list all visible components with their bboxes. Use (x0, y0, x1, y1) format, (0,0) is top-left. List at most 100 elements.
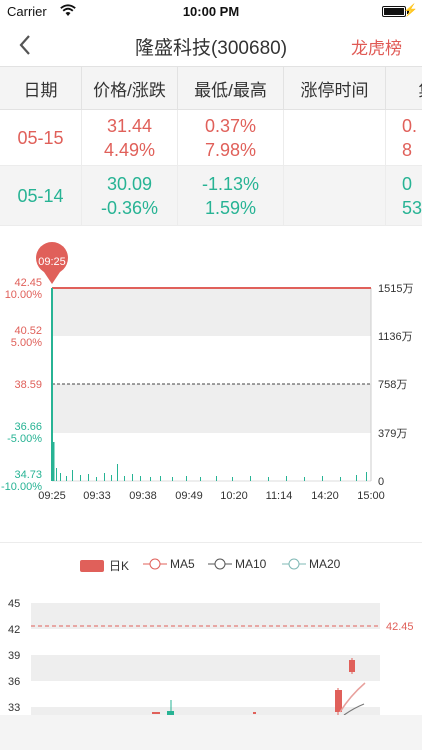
row-auction-top: 0 (402, 173, 413, 194)
volume-label: 758万 (378, 379, 407, 391)
time-label: 10:20 (220, 490, 248, 502)
grid-band (52, 384, 371, 433)
time-label: 09:38 (129, 490, 157, 502)
price-label: 42.45 (14, 277, 42, 289)
volume-label: 1515万 (378, 283, 413, 295)
row-low-high: -1.13% 1.59% (178, 166, 284, 225)
legend-ma10-label: MA10 (235, 557, 267, 571)
volume-bar (304, 477, 305, 481)
row-high: 1.59% (204, 197, 257, 218)
table-header: 日期 价格/涨跌 最低/最高 涨停时间 集合 (0, 66, 422, 110)
candle-body (335, 690, 342, 712)
legend-ma10[interactable]: MA10 (208, 557, 266, 571)
header-limit-time[interactable]: 涨停时间 (284, 67, 386, 109)
volume-bar (60, 473, 61, 481)
volume-bar (53, 442, 55, 481)
time-label: 15:00 (357, 490, 385, 502)
row-price-change: 31.44 4.49% (82, 110, 178, 165)
time-label: 09:49 (175, 490, 203, 502)
legend-k[interactable]: 日K (80, 557, 129, 574)
legend-ma10-marker-icon (208, 558, 232, 570)
volume-bar (150, 477, 151, 481)
volume-bar (117, 464, 118, 481)
row-low-high: 0.37% 7.98% (178, 110, 284, 165)
volume-bar (216, 476, 217, 481)
volume-bar (51, 288, 53, 481)
legend-ma5[interactable]: MA5 (143, 557, 195, 571)
volume-bar (286, 476, 287, 481)
dragon-tiger-list-link[interactable]: 龙虎榜 (351, 34, 402, 59)
header-date[interactable]: 日期 (0, 67, 82, 109)
daily-table: 日期 价格/涨跌 最低/最高 涨停时间 集合 05-15 31.44 4.49%… (0, 66, 422, 226)
volume-label: 379万 (378, 428, 407, 440)
price-label: 38.59 (14, 379, 42, 391)
grid-band (31, 707, 380, 715)
volume-bar (96, 477, 97, 481)
time-marker-label: 09:25 (38, 256, 66, 268)
table-row[interactable]: 05-14 30.09 -0.36% -1.13% 1.59% 0 53 (0, 166, 422, 226)
time-label: 09:33 (83, 490, 111, 502)
volume-bar (200, 477, 201, 481)
volume-bar (250, 476, 251, 481)
volume-bar (186, 476, 187, 481)
pct-label: -10.00% (1, 481, 42, 493)
kline-chart[interactable]: 45 42 39 36 33 42.45 (0, 590, 422, 715)
row-change: -0.36% (100, 197, 159, 218)
volume-bar (172, 477, 173, 481)
candle-body (349, 660, 355, 672)
price-label: 34.73 (14, 469, 42, 481)
time-marker-tail (40, 266, 64, 284)
header-auction[interactable]: 集合 (386, 67, 422, 109)
limit-price-label: 42.45 (386, 621, 414, 633)
nav-bar: 隆盛科技(300680) 龙虎榜 (0, 24, 422, 66)
row-auction-bottom: 8 (402, 139, 413, 160)
price-label: 36.66 (14, 421, 42, 433)
time-label: 11:14 (266, 490, 293, 502)
volume-bar (80, 475, 81, 481)
header-low-high[interactable]: 最低/最高 (178, 67, 284, 109)
intraday-chart[interactable]: 09:25 42.45 10.00% 40.52 5.00% 38.59 36.… (0, 236, 422, 506)
legend-ma20[interactable]: MA20 (282, 557, 340, 571)
volume-bar (232, 477, 233, 481)
status-bar: Carrier 10:00 PM ⚡ (0, 0, 422, 24)
row-auction-top: 0. (402, 115, 418, 136)
legend-k-label: 日K (109, 559, 130, 573)
volume-bar (356, 475, 357, 481)
volume-bar (160, 476, 161, 481)
grid-band (31, 603, 380, 629)
header-price-change[interactable]: 价格/涨跌 (82, 67, 178, 109)
volume-bar (66, 476, 67, 481)
volume-bar (104, 473, 105, 481)
row-auction-bottom: 53 (402, 197, 422, 218)
legend-ma20-marker-icon (282, 558, 306, 570)
row-auction: 0 53 (386, 166, 422, 225)
volume-bar (268, 477, 269, 481)
kline-y-label: 45 (8, 598, 20, 610)
bottom-bar (0, 715, 422, 750)
volume-label: 0 (378, 476, 384, 488)
candle-body (253, 712, 256, 714)
legend-ma5-marker-icon (143, 558, 167, 570)
volume-bar (132, 474, 133, 481)
legend-ma5-label: MA5 (170, 557, 195, 571)
row-change: 4.49% (103, 139, 156, 160)
charging-icon: ⚡ (403, 3, 418, 17)
row-price: 30.09 (106, 173, 153, 194)
row-date: 05-14 (0, 166, 82, 225)
grid-band (31, 655, 380, 681)
row-limit-time (284, 166, 386, 225)
clock: 10:00 PM (182, 4, 240, 19)
price-label: 40.52 (14, 325, 42, 337)
section-divider (0, 542, 422, 543)
volume-bar (140, 476, 141, 481)
row-low: 0.37% (204, 115, 257, 136)
candle-body (152, 712, 160, 714)
row-low: -1.13% (201, 173, 260, 194)
row-price-change: 30.09 -0.36% (82, 166, 178, 225)
volume-bar (56, 468, 57, 481)
pct-label: -5.00% (7, 433, 42, 445)
table-row[interactable]: 05-15 31.44 4.49% 0.37% 7.98% 0. 8 (0, 110, 422, 166)
volume-bar (124, 476, 125, 481)
volume-bar (72, 470, 73, 481)
volume-bar (340, 477, 341, 481)
